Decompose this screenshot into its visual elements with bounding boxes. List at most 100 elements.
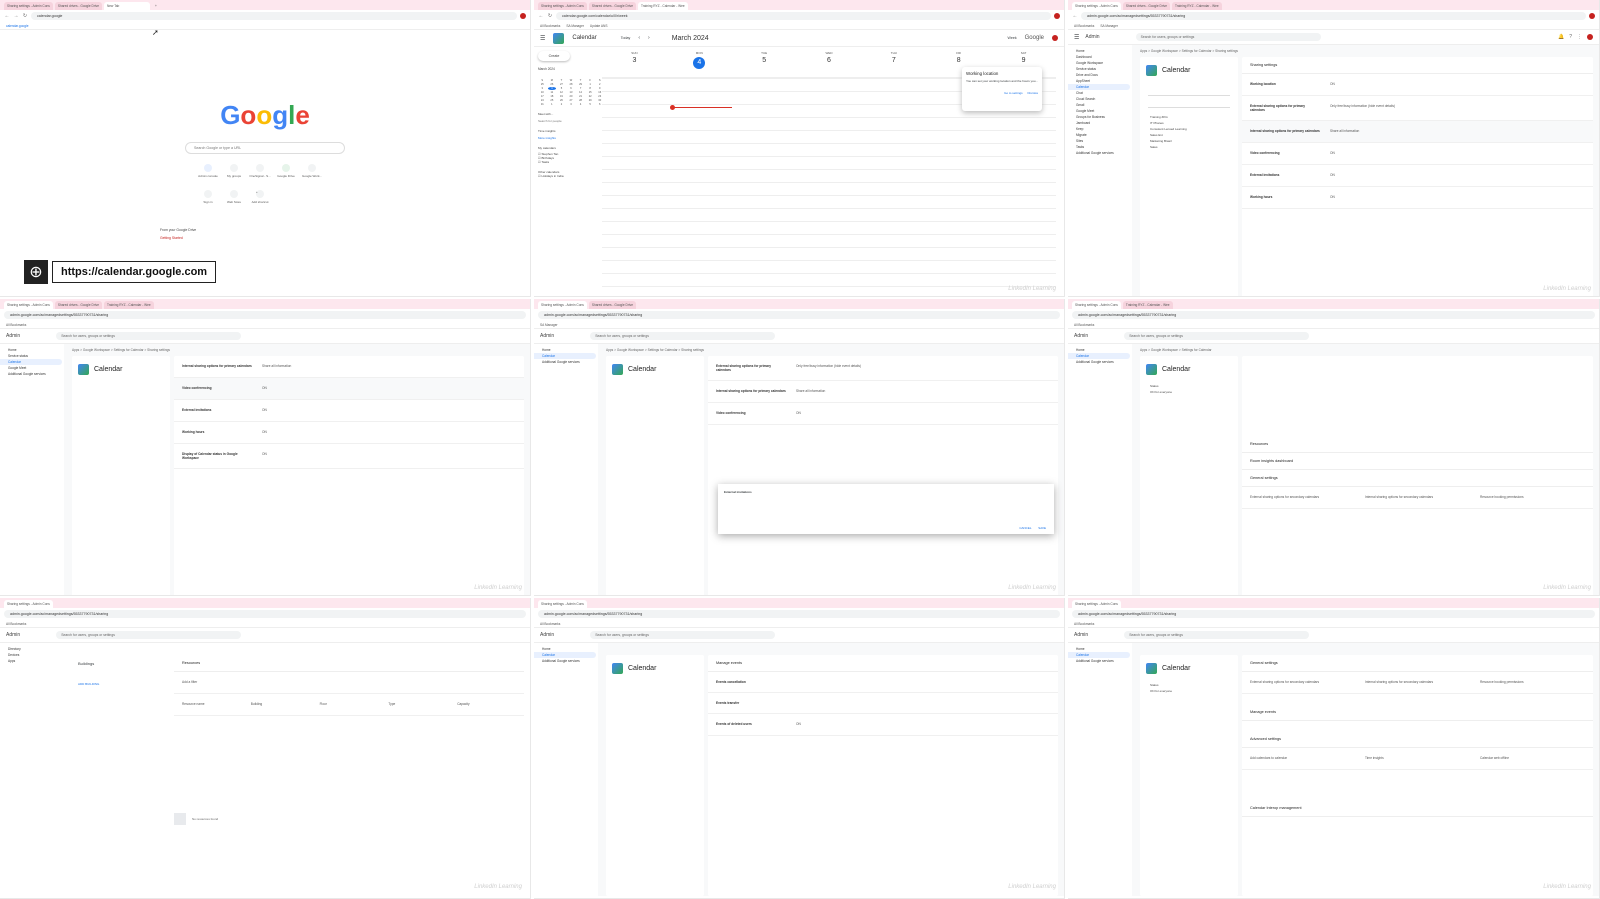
- filter-field[interactable]: [1148, 88, 1230, 96]
- omnibox[interactable]: admin.google.com/ac/managedsettings/5533…: [1072, 311, 1595, 319]
- tab[interactable]: Shared drives - Google Drive: [54, 2, 102, 10]
- forward-icon[interactable]: →: [13, 13, 19, 19]
- reload-icon[interactable]: ↻: [547, 13, 553, 19]
- omnibox[interactable]: admin.google.com/ac/managedsettings/5533…: [4, 311, 526, 319]
- mini-day[interactable]: 24: [538, 99, 547, 102]
- sidebar-item[interactable]: Additional Google services: [1068, 150, 1130, 156]
- more-insights-link[interactable]: More insights: [538, 136, 604, 140]
- general-col[interactable]: Resource booking permissions: [1480, 495, 1585, 500]
- back-icon[interactable]: ←: [1072, 13, 1078, 19]
- profile-avatar[interactable]: [1589, 13, 1595, 19]
- general-col[interactable]: Internal sharing options for secondary c…: [1365, 680, 1470, 685]
- section-resources[interactable]: Resources: [1242, 436, 1593, 453]
- filter-field[interactable]: [1148, 100, 1230, 108]
- cancel-button[interactable]: CANCEL: [1019, 526, 1031, 530]
- tab[interactable]: Training RYZ - Calendar - Wee: [637, 2, 688, 10]
- setting-row[interactable]: Events transfer: [708, 693, 1058, 714]
- avatar[interactable]: [1587, 34, 1593, 40]
- omnibox[interactable]: admin.google.com/ac/managedsettings/5533…: [4, 610, 526, 618]
- omnibox-suggestion[interactable]: calendar.google: [6, 24, 29, 28]
- tab[interactable]: Training RYZ - Calendar - Wee: [103, 301, 154, 309]
- section-general[interactable]: General settings: [1242, 655, 1593, 672]
- omnibox[interactable]: admin.google.com/ac/managedsettings/5533…: [538, 311, 1060, 319]
- sidebar-item[interactable]: Additional Google services: [0, 371, 62, 377]
- mini-day[interactable]: 25: [538, 83, 547, 86]
- setting-row[interactable]: External sharing options for primary cal…: [708, 356, 1058, 381]
- mini-day[interactable]: 28: [576, 99, 585, 102]
- prev-week-icon[interactable]: ‹: [638, 35, 640, 41]
- setting-row[interactable]: Internal sharing options for primary cal…: [174, 356, 524, 378]
- ou-item[interactable]: Sales: [1140, 144, 1238, 150]
- setting-row[interactable]: Events of deleted users ON: [708, 714, 1058, 736]
- column-header[interactable]: Type: [388, 702, 447, 707]
- shortcut[interactable]: Google Work...: [299, 164, 325, 178]
- add-shortcut[interactable]: + Add shortcut: [247, 190, 273, 204]
- bookmark[interactable]: SA Manager: [1100, 24, 1118, 28]
- setting-row[interactable]: Video conferencing ON: [708, 403, 1058, 425]
- setting-row[interactable]: Working hours ON: [174, 422, 524, 444]
- column-header[interactable]: Floor: [320, 702, 379, 707]
- mini-day[interactable]: F: [586, 79, 595, 82]
- general-col[interactable]: Resource booking permissions: [1480, 680, 1585, 685]
- mini-day[interactable]: 22: [586, 95, 595, 98]
- bookmark[interactable]: All Bookmarks: [6, 323, 26, 327]
- mini-day[interactable]: 4: [547, 87, 557, 90]
- day-column-header[interactable]: TUE 5: [732, 47, 797, 77]
- mini-day[interactable]: T: [557, 79, 566, 82]
- admin-search-input[interactable]: Search for users, groups or settings: [56, 631, 242, 639]
- section-general[interactable]: General settings: [1242, 470, 1593, 487]
- today-button[interactable]: Today: [621, 36, 631, 40]
- profile-avatar[interactable]: [520, 13, 526, 19]
- sidebar-item[interactable]: Additional Google services: [1068, 658, 1130, 664]
- dismiss-button[interactable]: Dismiss: [1028, 91, 1039, 95]
- add-filter[interactable]: Add a filter: [182, 680, 516, 685]
- mini-day[interactable]: 26: [548, 83, 557, 86]
- tab[interactable]: New Tab: [103, 2, 150, 10]
- bookmark[interactable]: All Bookmarks: [1074, 24, 1094, 28]
- omnibox[interactable]: calendar.google: [31, 12, 517, 20]
- sidebar-item[interactable]: Apps: [0, 658, 62, 664]
- mini-day[interactable]: W: [567, 79, 576, 82]
- general-col[interactable]: Internal sharing options for secondary c…: [1365, 495, 1470, 500]
- create-button[interactable]: Create: [538, 51, 570, 61]
- general-col[interactable]: External sharing options for secondary c…: [1250, 495, 1355, 500]
- mini-day[interactable]: M: [548, 79, 557, 82]
- tab[interactable]: Sharing settings - Admin Cons: [538, 2, 587, 10]
- column-header[interactable]: Resource name: [182, 702, 241, 707]
- section-room-insights[interactable]: Room insights dashboard: [1242, 453, 1593, 470]
- mini-day[interactable]: 29: [576, 83, 585, 86]
- mini-day[interactable]: 1: [548, 103, 557, 106]
- mini-day[interactable]: 2: [557, 103, 566, 106]
- mini-day[interactable]: T: [576, 79, 585, 82]
- mini-day[interactable]: 1: [586, 83, 595, 86]
- omnibox[interactable]: admin.google.com/ac/managedsettings/5533…: [538, 610, 1060, 618]
- tab[interactable]: Sharing settings - Admin Cons: [1072, 2, 1121, 10]
- shortcut[interactable]: OneSignal - S...: [247, 164, 273, 178]
- reload-icon[interactable]: ↻: [22, 13, 28, 19]
- setting-row[interactable]: Video conferencing ON: [174, 378, 524, 400]
- mini-day[interactable]: S: [538, 79, 547, 82]
- back-icon[interactable]: ←: [538, 13, 544, 19]
- setting-row[interactable]: Working location ON: [1242, 74, 1593, 96]
- menu-icon[interactable]: ☰: [540, 35, 545, 42]
- mini-day[interactable]: 18: [548, 95, 557, 98]
- my-calendars-title[interactable]: My calendars: [538, 146, 604, 150]
- shortcut[interactable]: Admin console: [195, 164, 221, 178]
- day-column-header[interactable]: THU 7: [861, 47, 926, 77]
- go-to-settings-button[interactable]: Go to settings: [1004, 91, 1023, 95]
- setting-row[interactable]: Display of Calendar status in Google Wor…: [174, 444, 524, 469]
- drive-card-item[interactable]: Getting Started: [160, 236, 360, 240]
- mini-day[interactable]: 28: [567, 83, 576, 86]
- profile-avatar[interactable]: [1054, 13, 1060, 19]
- column-header[interactable]: Capacity: [457, 702, 516, 707]
- admin-search-input[interactable]: Search for users, groups or settings: [590, 631, 776, 639]
- section-manage-events[interactable]: Manage events: [708, 655, 1058, 672]
- sidebar-item[interactable]: Additional Google services: [534, 359, 596, 365]
- shortcut[interactable]: Sign in: [195, 190, 221, 204]
- column-header[interactable]: Building: [251, 702, 310, 707]
- shortcut[interactable]: Web Store: [221, 190, 247, 204]
- bookmark[interactable]: Update ANS: [590, 24, 608, 28]
- advanced-col[interactable]: Calendar web offline: [1480, 756, 1585, 761]
- admin-search-input[interactable]: Search for users, groups or settings: [1124, 631, 1310, 639]
- mini-day[interactable]: 3: [567, 103, 576, 106]
